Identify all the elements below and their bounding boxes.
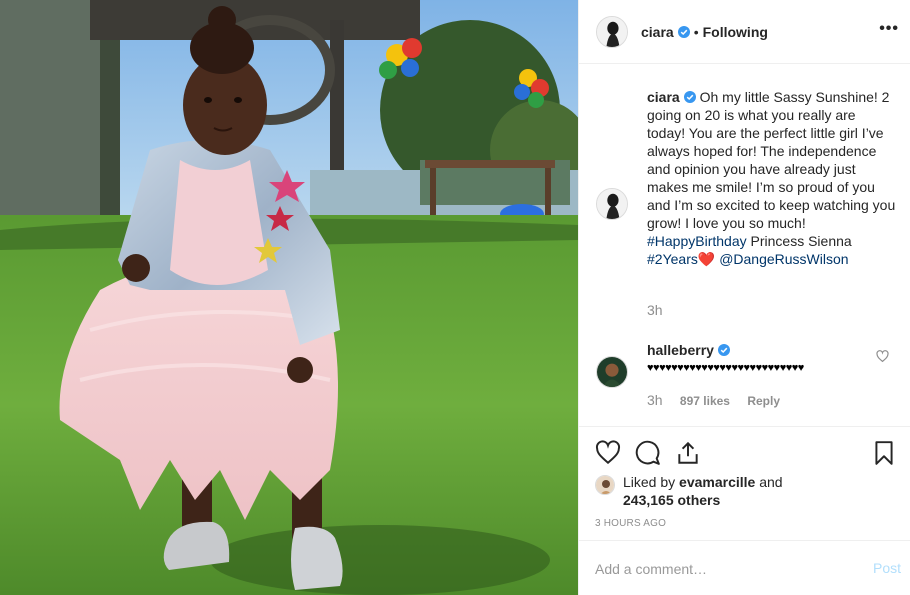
comments-list[interactable]: ciara Oh my little Sassy Sunshine! 2 goi… — [579, 64, 910, 426]
liked-by-prefix: Liked by — [623, 474, 680, 490]
liker-username[interactable]: evamarcille — [679, 474, 755, 490]
post-comment-button[interactable]: Post — [873, 560, 901, 576]
heart-icon[interactable] — [595, 440, 621, 466]
avatar-image — [597, 16, 627, 47]
add-comment-bar: Post — [579, 540, 910, 595]
avatar-image — [597, 357, 627, 387]
comment-timestamp[interactable]: 3h — [647, 392, 663, 408]
liked-by-text: Liked by evamarcille and 243,165 others — [623, 473, 783, 509]
post-header: ciara • Following ••• — [579, 0, 910, 64]
ellipsis-icon[interactable]: ••• — [879, 20, 899, 38]
post-photo[interactable] — [0, 0, 578, 595]
verified-badge-icon — [717, 344, 730, 356]
bookmark-icon[interactable] — [871, 440, 897, 466]
post-caption: ciara Oh my little Sassy Sunshine! 2 goi… — [647, 88, 897, 268]
avatar-image — [597, 189, 627, 219]
caption-username[interactable]: ciara — [647, 89, 680, 105]
comment-meta: 3h 897 likes Reply — [647, 392, 794, 408]
post-timestamp[interactable]: 3 HOURS AGO — [595, 518, 666, 529]
post-side-panel: ciara • Following ••• ciara Oh my little… — [578, 0, 910, 595]
comment-text: ♥♥♥♥♥♥♥♥♥♥♥♥♥♥♥♥♥♥♥♥♥♥♥♥♥♥ — [647, 362, 804, 374]
comment: halleberry ♥♥♥♥♥♥♥♥♥♥♥♥♥♥♥♥♥♥♥♥♥♥♥♥♥♥ — [647, 341, 867, 377]
caption-text: Princess Sienna — [746, 233, 852, 249]
instagram-post: ciara • Following ••• ciara Oh my little… — [0, 0, 910, 595]
likes-count[interactable]: 243,165 others — [623, 492, 720, 508]
hashtag-link[interactable]: #2Years — [647, 251, 698, 267]
red-heart-emoji: ❤️ — [697, 251, 716, 267]
avatar-image — [596, 476, 614, 494]
mention-link[interactable]: @DangeRussWilson — [719, 251, 848, 267]
comment-icon[interactable] — [635, 440, 661, 466]
caption-text: Oh my little Sassy Sunshine! 2 going on … — [647, 89, 896, 231]
add-comment-input[interactable] — [595, 559, 855, 579]
share-icon[interactable] — [675, 440, 701, 466]
liker-avatar[interactable] — [595, 475, 615, 495]
comment-likes[interactable]: 897 likes — [680, 394, 730, 408]
like-comment-heart-icon[interactable] — [876, 350, 889, 363]
reply-button[interactable]: Reply — [747, 394, 780, 408]
commenter-avatar[interactable] — [596, 356, 628, 388]
caption-timestamp[interactable]: 3h — [647, 302, 663, 318]
toddler-in-tutu-photo — [0, 0, 578, 595]
verified-badge-icon — [683, 91, 696, 103]
hashtag-link[interactable]: #HappyBirthday — [647, 233, 747, 249]
commenter-username[interactable]: halleberry — [647, 342, 714, 358]
author-username[interactable]: ciara — [641, 24, 674, 40]
post-actions: Liked by evamarcille and 243,165 others … — [579, 426, 910, 546]
liked-by-middle: and — [755, 474, 783, 490]
verified-badge-icon — [677, 25, 690, 38]
caption-avatar[interactable] — [596, 188, 628, 220]
likes-summary: Liked by evamarcille and 243,165 others — [595, 473, 783, 509]
separator-dot: • — [693, 23, 699, 40]
following-button[interactable]: Following — [703, 24, 768, 40]
author-avatar[interactable] — [596, 15, 628, 48]
